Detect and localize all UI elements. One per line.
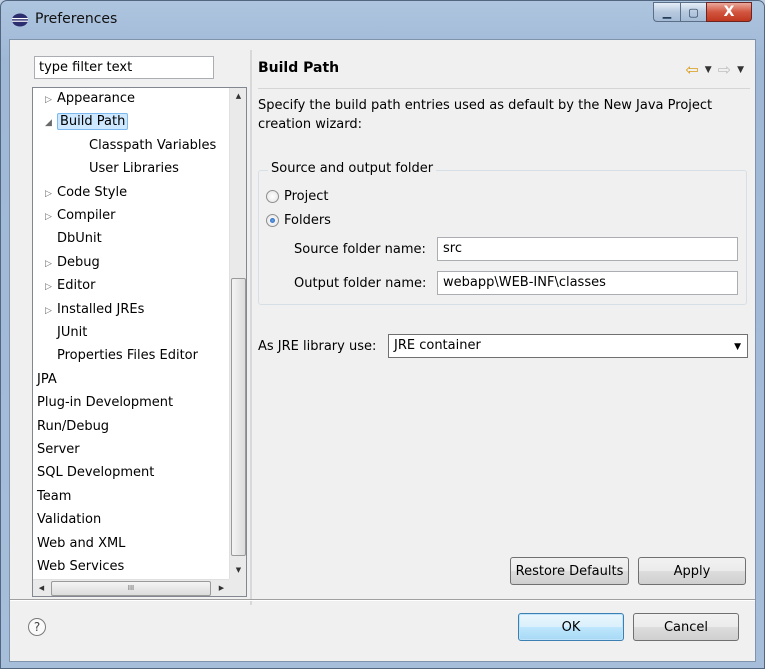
tree-item[interactable]: JUnit	[45, 322, 87, 344]
vertical-scroll-thumb[interactable]	[231, 278, 246, 556]
tree-item-label: Web and XML	[37, 535, 126, 551]
eclipse-icon	[12, 13, 28, 27]
tree-item-label: Properties Files Editor	[57, 348, 198, 364]
tree-item[interactable]: Classpath Variables	[77, 135, 216, 157]
tree-expander-icon[interactable]: ◢	[45, 112, 57, 134]
preferences-tree[interactable]: ▷ Appearance ◢ Build Path Classpath Variable…	[32, 87, 247, 597]
back-arrow-icon[interactable]: ⇦	[685, 60, 698, 79]
tree-item[interactable]: JPA	[37, 369, 57, 391]
tree-item[interactable]: DbUnit	[45, 228, 102, 250]
tree-item[interactable]: ▷ Installed JREs	[45, 299, 144, 321]
tree-item-label: Code Style	[57, 184, 128, 200]
tree-item-label: JPA	[37, 371, 57, 387]
scroll-right-arrow[interactable]: ▶	[213, 580, 230, 597]
pane-sash[interactable]	[250, 50, 252, 605]
source-folder-input[interactable]: src	[437, 237, 738, 261]
tree-item-label: JUnit	[57, 325, 88, 340]
tree-item-label: SQL Development	[37, 465, 155, 481]
source-folder-label: Source folder name:	[294, 242, 426, 257]
tree-item[interactable]: ◢ Build Path	[45, 111, 129, 134]
forward-arrow-icon[interactable]: ⇨	[718, 60, 731, 79]
scroll-down-arrow[interactable]: ▼	[230, 562, 247, 579]
title-bar[interactable]: Preferences ▁ ▢ X	[1, 1, 764, 39]
scroll-up-arrow[interactable]: ▲	[230, 88, 247, 105]
tree-item[interactable]: Properties Files Editor	[45, 345, 198, 367]
tree-item-label: Installed JREs	[57, 301, 145, 317]
preferences-window: Preferences ▁ ▢ X type filter text ▷ Appe…	[0, 0, 765, 669]
window-title: Preferences	[35, 11, 118, 27]
folders-radio[interactable]	[266, 213, 279, 227]
folders-radio-row[interactable]: Folders	[266, 210, 331, 230]
tree-item[interactable]: Web Services	[37, 556, 124, 578]
project-radio-row[interactable]: Project	[266, 186, 328, 206]
page-title: Build Path	[258, 60, 340, 76]
page-header: Build Path ⇦ ▼ ⇨ ▼	[258, 54, 748, 86]
tree-item[interactable]: Plug-in Development	[37, 392, 173, 414]
jre-library-label: As JRE library use:	[258, 339, 377, 354]
output-folder-input[interactable]: webapp\WEB-INF\classes	[437, 271, 738, 295]
folders-radio-label: Folders	[284, 212, 331, 228]
tree-item-label: Debug	[57, 254, 100, 270]
project-radio[interactable]	[266, 189, 279, 203]
tree-item[interactable]: Validation	[37, 509, 101, 531]
help-icon[interactable]: ?	[28, 618, 46, 636]
tree-item[interactable]: ▷ Appearance	[45, 88, 135, 110]
tree-item[interactable]: ▷ Debug	[45, 252, 100, 274]
tree-item-label: Server	[37, 442, 80, 457]
tree-expander-icon[interactable]: ▷	[45, 300, 57, 322]
tree-expander-icon[interactable]: ▷	[45, 206, 57, 228]
tree-item[interactable]: Run/Debug	[37, 416, 109, 438]
dialog-client-area: type filter text ▷ Appearance ◢ Build Path C…	[9, 39, 756, 662]
close-button[interactable]: X	[706, 2, 752, 22]
jre-library-select[interactable]: JRE container ▼	[388, 334, 748, 358]
tree-item[interactable]: Web and XML	[37, 533, 125, 555]
tree-item[interactable]: ▷ Code Style	[45, 182, 127, 204]
minimize-button[interactable]: ▁	[653, 2, 680, 22]
tree-viewport: ▷ Appearance ◢ Build Path Classpath Variable…	[33, 88, 230, 579]
tree-item-label: Compiler	[57, 208, 116, 223]
tree-item-label: Appearance	[57, 91, 136, 106]
tree-item-label: Validation	[37, 512, 102, 528]
jre-library-value: JRE container	[392, 337, 483, 354]
maximize-button[interactable]: ▢	[680, 2, 706, 22]
output-folder-label: Output folder name:	[294, 276, 427, 291]
ok-button[interactable]: OK	[518, 613, 624, 641]
apply-button[interactable]: Apply	[638, 557, 746, 585]
tree-item-label: Editor	[57, 278, 96, 294]
tree-expander-icon[interactable]: ▷	[45, 276, 57, 298]
scroll-left-arrow[interactable]: ◀	[33, 580, 50, 597]
tree-expander-icon[interactable]: ▷	[45, 183, 57, 205]
page-description: Specify the build path entries used as d…	[258, 98, 713, 132]
tree-item[interactable]: Team	[37, 486, 71, 508]
tree-item-label: Classpath Variables	[89, 137, 217, 153]
tree-item-label: Build Path	[57, 113, 129, 131]
tree-item[interactable]: SQL Development	[37, 462, 154, 484]
tree-item[interactable]: User Libraries	[77, 158, 179, 180]
tree-item[interactable]: ▷ Editor	[45, 275, 95, 297]
back-history-dropdown[interactable]: ▼	[705, 65, 712, 75]
project-radio-label: Project	[284, 188, 329, 204]
tree-item-label: Team	[37, 488, 72, 504]
tree-expander-icon[interactable]: ▷	[45, 89, 57, 111]
horizontal-scroll-thumb[interactable]: III	[51, 581, 211, 596]
tree-item-label: Web Services	[37, 559, 125, 574]
tree-item-label: DbUnit	[57, 231, 102, 247]
restore-defaults-button[interactable]: Restore Defaults	[510, 557, 629, 585]
tree-expander-icon[interactable]: ▷	[45, 253, 57, 275]
forward-history-dropdown[interactable]: ▼	[737, 65, 744, 75]
filter-input[interactable]: type filter text	[34, 56, 214, 79]
tree-item-label: Run/Debug	[37, 418, 110, 434]
tree-item[interactable]: Server	[37, 439, 80, 461]
tree-item[interactable]: ▷ Compiler	[45, 205, 116, 227]
tree-horizontal-scrollbar[interactable]: ◀ III ▶	[33, 579, 230, 596]
tree-item-label: User Libraries	[89, 161, 179, 177]
tree-vertical-scrollbar[interactable]: ▲ ▼	[229, 88, 246, 579]
group-title: Source and output folder	[268, 161, 437, 176]
tree-item-label: Plug-in Development	[37, 395, 174, 411]
chevron-down-icon: ▼	[734, 342, 741, 352]
cancel-button[interactable]: Cancel	[633, 613, 739, 641]
